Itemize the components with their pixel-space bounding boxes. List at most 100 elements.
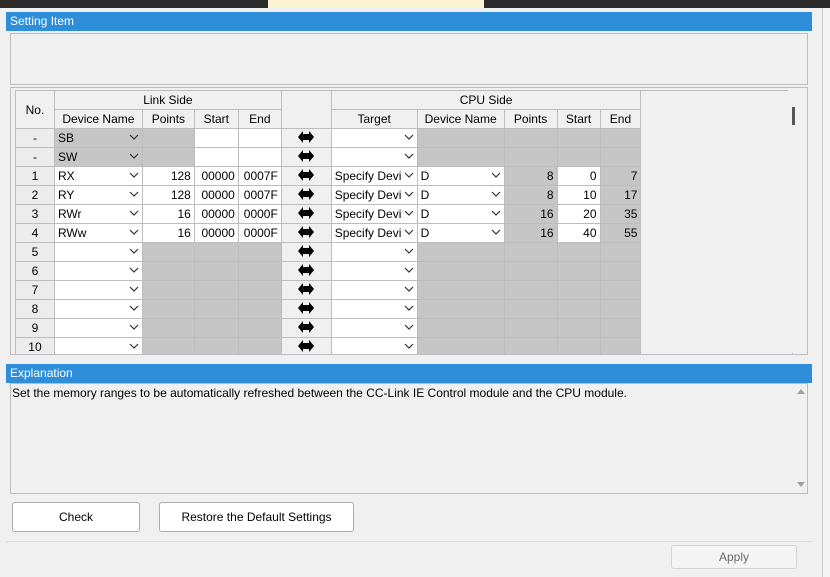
chevron-down-icon[interactable]: [491, 188, 501, 200]
target-dropdown[interactable]: [330, 337, 418, 354]
link-device-name-dropdown[interactable]: RWr: [53, 204, 143, 224]
bidirectional-arrow-icon: [298, 339, 315, 355]
chevron-down-icon[interactable]: [404, 283, 414, 295]
link-points-cell[interactable]: 16: [141, 223, 195, 243]
chevron-down-icon[interactable]: [129, 169, 139, 181]
link-start-cell[interactable]: 00000: [193, 185, 239, 205]
target-dropdown[interactable]: [330, 147, 418, 167]
chevron-down-icon[interactable]: [129, 340, 139, 352]
link-end-cell[interactable]: [237, 242, 282, 262]
link-device-name-dropdown-value: SB: [57, 131, 74, 145]
link-end-cell[interactable]: [237, 280, 282, 300]
link-end-cell[interactable]: 0000F: [237, 223, 282, 243]
chevron-down-icon[interactable]: [404, 340, 414, 352]
target-dropdown[interactable]: [330, 280, 418, 300]
link-device-name-dropdown[interactable]: RWw: [53, 223, 143, 243]
link-end-cell[interactable]: [237, 147, 282, 167]
chevron-down-icon[interactable]: [404, 321, 414, 333]
link-start-cell[interactable]: [193, 128, 239, 148]
grid-scroll-thumb[interactable]: [792, 107, 795, 125]
chevron-down-icon[interactable]: [404, 169, 414, 181]
chevron-down-icon[interactable]: [129, 226, 139, 238]
cpu-start-cell: [556, 337, 601, 354]
target-dropdown[interactable]: Specify Devi: [330, 223, 418, 243]
cpu-start-cell[interactable]: 0: [556, 166, 601, 186]
explanation-scrollbar[interactable]: [794, 384, 808, 492]
chevron-down-icon[interactable]: [491, 226, 501, 238]
link-end-cell[interactable]: [237, 337, 282, 354]
link-start-cell[interactable]: [193, 147, 239, 167]
link-start-cell[interactable]: [193, 299, 239, 319]
cpu-end-cell: 17: [599, 185, 642, 205]
link-end-cell[interactable]: [237, 318, 282, 338]
cpu-start-cell[interactable]: 40: [556, 223, 601, 243]
link-device-name-dropdown[interactable]: RY: [53, 185, 143, 205]
link-start-cell[interactable]: [193, 280, 239, 300]
link-end-cell[interactable]: [237, 128, 282, 148]
link-end-cell[interactable]: 0007F: [237, 166, 282, 186]
chevron-down-icon[interactable]: [404, 131, 414, 143]
link-start-cell[interactable]: [193, 242, 239, 262]
chevron-down-icon[interactable]: [129, 207, 139, 219]
link-end-cell[interactable]: 0000F: [237, 204, 282, 224]
link-start-cell[interactable]: [193, 337, 239, 354]
chevron-down-icon[interactable]: [129, 302, 139, 314]
link-start-cell[interactable]: [193, 318, 239, 338]
cpu-device-name-dropdown[interactable]: D: [416, 223, 505, 243]
link-end-cell[interactable]: [237, 261, 282, 281]
link-device-name-dropdown[interactable]: [53, 242, 143, 262]
link-start-cell[interactable]: 00000: [193, 223, 239, 243]
cpu-device-name-dropdown[interactable]: D: [416, 185, 505, 205]
cpu-start-cell[interactable]: 20: [556, 204, 601, 224]
link-device-name-dropdown[interactable]: [53, 337, 143, 354]
chevron-down-icon[interactable]: [404, 150, 414, 162]
apply-button[interactable]: Apply: [671, 545, 797, 569]
link-start-cell[interactable]: 00000: [193, 166, 239, 186]
link-points-cell[interactable]: 16: [141, 204, 195, 224]
target-dropdown[interactable]: Specify Devi: [330, 166, 418, 186]
chevron-down-icon[interactable]: [404, 302, 414, 314]
link-start-cell[interactable]: 00000: [193, 204, 239, 224]
chevron-down-icon[interactable]: [129, 150, 139, 162]
cpu-device-name-dropdown[interactable]: D: [416, 204, 505, 224]
link-device-name-dropdown[interactable]: RX: [53, 166, 143, 186]
grid-vertical-scrollbar[interactable]: [788, 88, 798, 353]
chevron-down-icon[interactable]: [491, 207, 501, 219]
link-start-cell[interactable]: [193, 261, 239, 281]
link-end-cell[interactable]: [237, 299, 282, 319]
target-dropdown[interactable]: [330, 299, 418, 319]
chevron-down-icon[interactable]: [404, 226, 414, 238]
link-device-name-dropdown[interactable]: [53, 280, 143, 300]
chevron-down-icon[interactable]: [129, 283, 139, 295]
chevron-down-icon[interactable]: [129, 131, 139, 143]
chevron-down-icon[interactable]: [129, 245, 139, 257]
chevron-down-icon[interactable]: [129, 264, 139, 276]
right-edge-panel: [822, 8, 830, 577]
chevron-down-icon[interactable]: [129, 188, 139, 200]
link-end-cell[interactable]: 0007F: [237, 185, 282, 205]
link-device-name-dropdown[interactable]: SW: [53, 147, 143, 167]
link-points-cell[interactable]: 128: [141, 166, 195, 186]
target-dropdown[interactable]: [330, 242, 418, 262]
chevron-down-icon[interactable]: [404, 245, 414, 257]
target-dropdown[interactable]: [330, 261, 418, 281]
target-dropdown[interactable]: [330, 128, 418, 148]
link-device-name-dropdown[interactable]: [53, 318, 143, 338]
cpu-device-name-dropdown[interactable]: D: [416, 166, 505, 186]
link-device-name-dropdown[interactable]: [53, 299, 143, 319]
chevron-down-icon[interactable]: [491, 169, 501, 181]
restore-default-settings-button[interactable]: Restore the Default Settings: [159, 502, 354, 532]
chevron-down-icon[interactable]: [404, 188, 414, 200]
check-button[interactable]: Check: [12, 502, 140, 532]
link-points-cell[interactable]: 128: [141, 185, 195, 205]
active-tab[interactable]: [268, 0, 484, 8]
target-dropdown[interactable]: Specify Devi: [330, 185, 418, 205]
chevron-down-icon[interactable]: [404, 207, 414, 219]
link-device-name-dropdown[interactable]: SB: [53, 128, 143, 148]
chevron-down-icon[interactable]: [404, 264, 414, 276]
target-dropdown[interactable]: Specify Devi: [330, 204, 418, 224]
cpu-start-cell[interactable]: 10: [556, 185, 601, 205]
link-device-name-dropdown[interactable]: [53, 261, 143, 281]
chevron-down-icon[interactable]: [129, 321, 139, 333]
target-dropdown[interactable]: [330, 318, 418, 338]
